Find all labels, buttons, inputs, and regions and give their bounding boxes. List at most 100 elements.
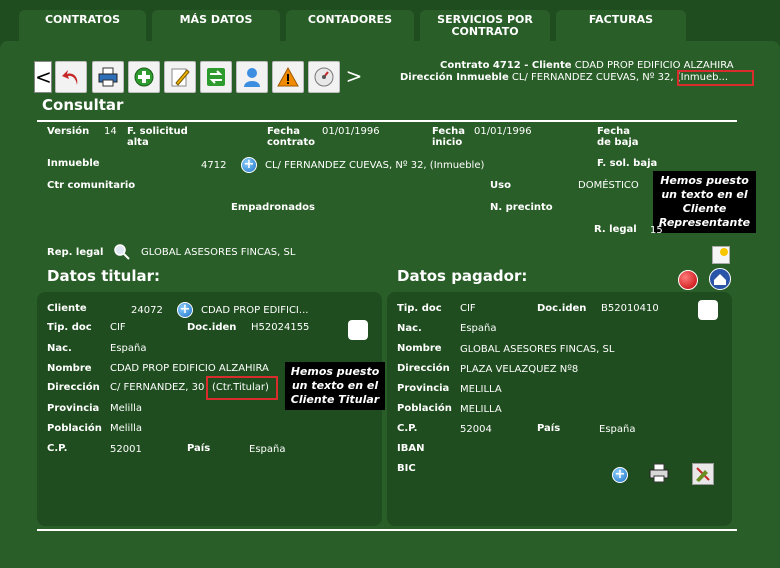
cliente-value: CDAD PROP EDIFICI...	[201, 305, 309, 316]
tab-servicios-por-contrato[interactable]: SERVICIOS POR CONTRATO	[420, 10, 550, 42]
highlight-box	[677, 70, 754, 86]
dociden-label: Doc.iden	[187, 322, 237, 333]
nombre-label: Nombre	[47, 363, 92, 374]
transfer-button[interactable]	[200, 61, 232, 93]
fecha-baja-label: Fecha de baja	[597, 126, 639, 148]
tab-label: CONTADORES	[307, 13, 393, 26]
tab-label: SERVICIOS POR CONTRATO	[437, 13, 533, 38]
edit-button[interactable]	[164, 61, 196, 93]
rep-legal-label: Rep. legal	[47, 247, 104, 258]
r-legal-value: 15	[650, 225, 663, 236]
uso-value: DOMÉSTICO	[578, 180, 639, 191]
red-circle-icon[interactable]	[678, 270, 698, 290]
transfer-icon	[207, 68, 225, 86]
tab-contratos[interactable]: CONTRATOS	[19, 10, 146, 42]
pagador-direccion-value: PLAZA VELAZQUEZ Nº8	[460, 364, 579, 375]
cp-label: C.P.	[47, 443, 68, 454]
inmueble-label: Inmueble	[47, 158, 100, 169]
pagador-tipdoc-value: CIF	[460, 303, 476, 314]
pagador-poblacion-label: Población	[397, 403, 452, 414]
pagador-iban-label: IBAN	[397, 443, 425, 454]
tab-label: FACTURAS	[588, 13, 654, 26]
pagador-bic-label: BIC	[397, 463, 416, 474]
cliente-label: Cliente	[47, 303, 87, 314]
delete-document-icon	[696, 467, 710, 482]
user-icon	[244, 68, 260, 87]
delete-document-button[interactable]	[692, 463, 714, 485]
note-titular: Hemos puesto un texto en el Cliente Titu…	[285, 362, 385, 410]
nac-label: Nac.	[47, 343, 72, 354]
cp-value: 52001	[110, 444, 142, 455]
dociden-value: H52024155	[251, 322, 310, 333]
provincia-label: Provincia	[47, 403, 100, 414]
pagador-nombre-value: GLOBAL ASESORES FINCAS, SL	[460, 344, 615, 355]
highlight-box	[206, 376, 278, 400]
tipdoc-value: CIF	[110, 322, 126, 333]
divider	[37, 529, 737, 531]
n-precinto-label: N. precinto	[490, 202, 553, 213]
r-legal-label: R. legal	[594, 224, 637, 235]
version-label: Versión	[47, 126, 90, 137]
pais-label: País	[187, 443, 211, 454]
print-pagador-button[interactable]	[648, 462, 670, 488]
add-circle-icon	[134, 67, 154, 87]
add-button[interactable]	[128, 61, 160, 93]
tipdoc-label: Tip. doc	[47, 322, 92, 333]
add-cliente-icon[interactable]: +	[177, 302, 193, 318]
warning-button[interactable]	[272, 61, 304, 93]
pagador-nac-value: España	[460, 323, 497, 334]
note-representante: Hemos puesto un texto en el Cliente Repr…	[653, 171, 756, 233]
user-button[interactable]	[236, 61, 268, 93]
titular-title: Datos titular:	[47, 267, 161, 285]
pagador-pais-value: España	[599, 424, 636, 435]
tab-label: CONTRATOS	[44, 13, 121, 26]
ctr-comunitario-label: Ctr comunitario	[47, 180, 136, 191]
poblacion-value: Melilla	[110, 423, 143, 434]
uso-label: Uso	[490, 180, 511, 191]
print-icon	[98, 67, 118, 87]
pagador-provincia-value: MELILLA	[460, 384, 502, 395]
pagador-nombre-label: Nombre	[397, 343, 442, 354]
tab-facturas[interactable]: FACTURAS	[556, 10, 686, 42]
pagador-checkbox[interactable]	[698, 300, 718, 320]
fecha-inicio-value: 01/01/1996	[474, 126, 532, 137]
print-button[interactable]	[92, 61, 124, 93]
tab-mas-datos[interactable]: MÁS DATOS	[152, 10, 280, 42]
next-button[interactable]: >	[345, 61, 363, 93]
titular-checkbox[interactable]	[348, 320, 368, 340]
inmueble-value: CL/ FERNANDEZ CUEVAS, Nº 32, (Inmueble)	[265, 160, 485, 171]
fecha-inicio-label: Fecha inicio	[432, 126, 466, 148]
undo-icon	[62, 70, 78, 85]
pais-value: España	[249, 444, 286, 455]
print-icon	[649, 463, 669, 483]
gauge-button[interactable]	[308, 61, 340, 93]
pagador-pais-label: País	[537, 423, 561, 434]
undo-button[interactable]	[55, 61, 87, 93]
pagador-nac-label: Nac.	[397, 323, 422, 334]
pagador-dociden-label: Doc.iden	[537, 303, 587, 314]
search-icon[interactable]	[113, 243, 131, 265]
edit-icon	[171, 68, 190, 87]
pagador-provincia-label: Provincia	[397, 383, 450, 394]
page-title: Consultar	[42, 96, 124, 114]
f-sol-baja-label: F. sol. baja	[597, 158, 658, 169]
pagador-direccion-label: Dirección	[397, 363, 450, 374]
pagador-tipdoc-label: Tip. doc	[397, 303, 442, 314]
tab-label: MÁS DATOS	[179, 13, 253, 26]
home-icon[interactable]	[709, 268, 731, 290]
new-document-icon[interactable]	[712, 246, 730, 264]
divider	[37, 120, 737, 122]
fecha-contrato-label: Fecha contrato	[267, 126, 316, 148]
pagador-cp-label: C.P.	[397, 423, 418, 434]
prev-button[interactable]: <	[34, 61, 52, 93]
poblacion-label: Población	[47, 423, 102, 434]
direccion-label: Dirección	[47, 382, 100, 393]
warning-icon	[277, 66, 299, 87]
add-inmueble-icon[interactable]: +	[241, 157, 257, 173]
version-value: 14	[104, 126, 117, 137]
add-pagador-icon[interactable]: +	[612, 467, 628, 483]
nac-value: España	[110, 343, 147, 354]
empadronados-label: Empadronados	[231, 202, 315, 213]
tab-contadores[interactable]: CONTADORES	[286, 10, 414, 42]
gauge-icon	[314, 67, 334, 87]
